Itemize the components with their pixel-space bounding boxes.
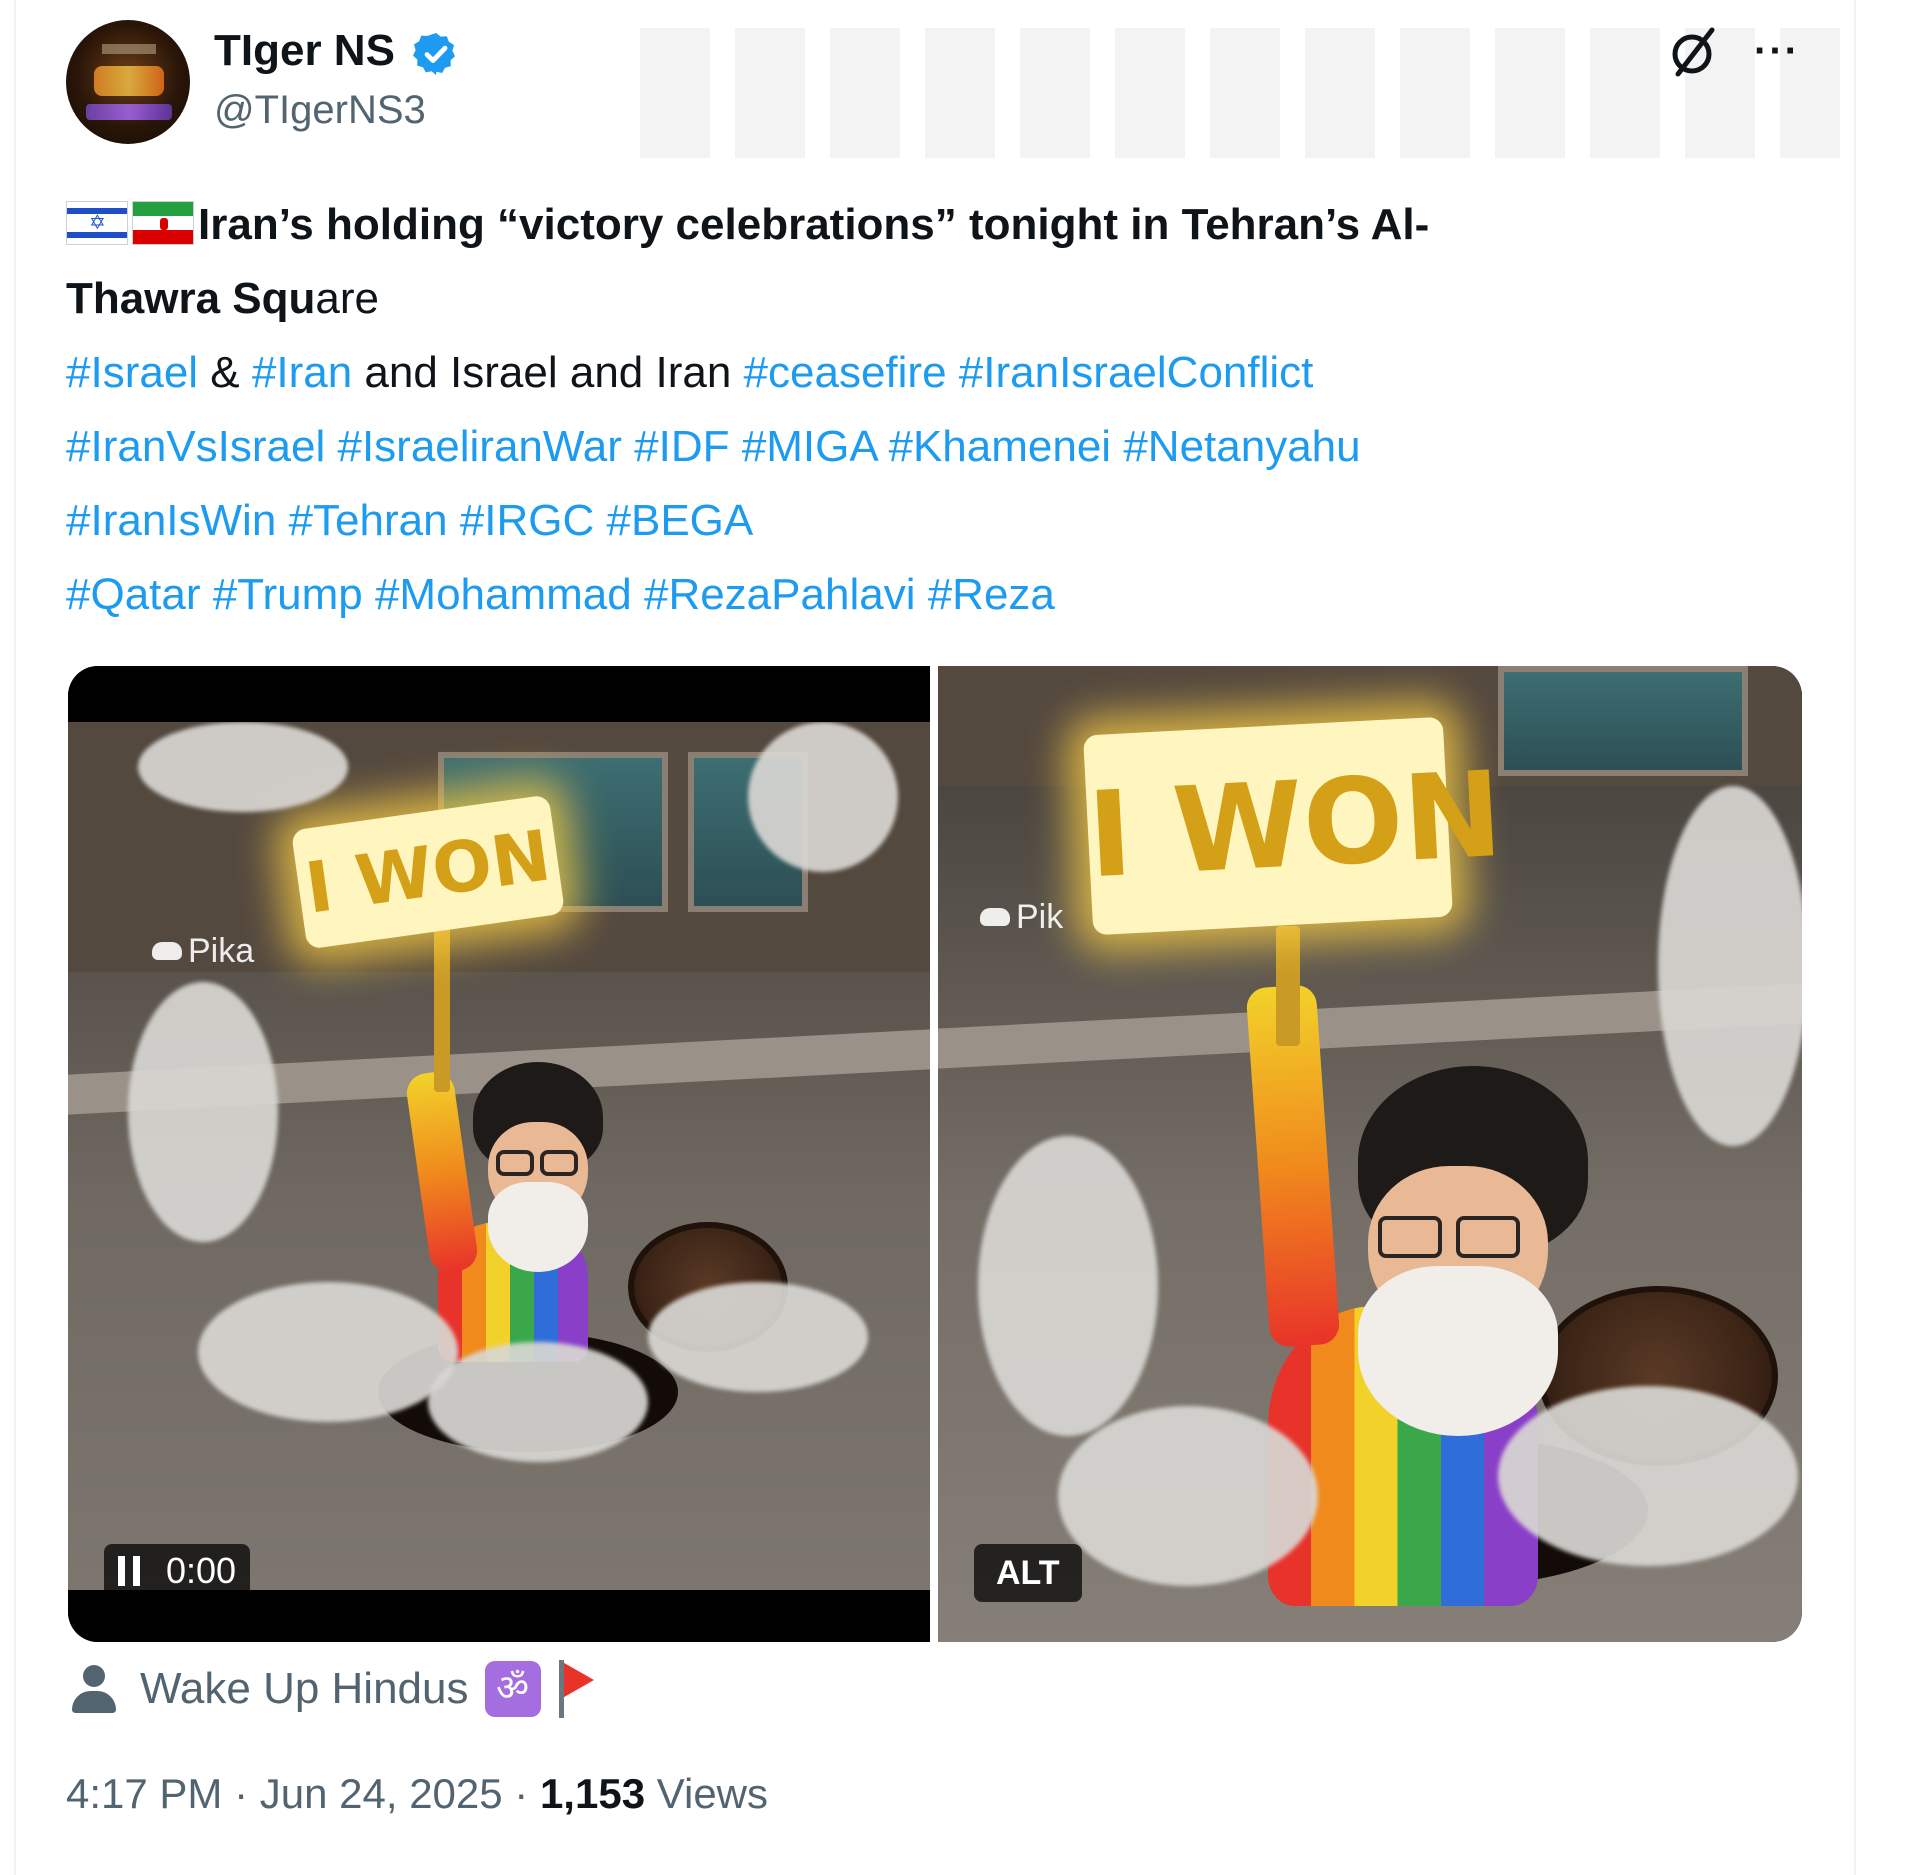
tagged-user[interactable]: Wake Up Hindus ॐ bbox=[70, 1654, 595, 1724]
avatar-detail bbox=[94, 66, 164, 96]
hashtag-link[interactable]: #Iran bbox=[252, 348, 352, 397]
pause-icon[interactable] bbox=[118, 1556, 140, 1586]
character-glasses bbox=[1378, 1216, 1442, 1258]
hashtag-link[interactable]: #Qatar bbox=[66, 570, 201, 619]
person-icon bbox=[70, 1663, 118, 1715]
post-meta: 4:17 PM · Jun 24, 2025 · 1,153 Views bbox=[66, 1770, 768, 1818]
post-line-1: ✡ Iran’s holding “victory celebrations” t… bbox=[66, 188, 1766, 262]
smoke-cloud bbox=[748, 722, 898, 872]
smoke-cloud bbox=[198, 1282, 458, 1422]
post-time[interactable]: 4:17 PM bbox=[66, 1770, 222, 1817]
hashtag-link[interactable]: #BEGA bbox=[607, 496, 754, 545]
smoke-cloud bbox=[648, 1282, 868, 1392]
tweet-card: TIger NS @TIgerNS3 ··· ✡ Iran’s holding “… bbox=[0, 0, 1920, 1875]
avatar-detail bbox=[102, 44, 156, 54]
meta-separator: · bbox=[502, 1770, 540, 1817]
red-flag-icon bbox=[555, 1660, 595, 1718]
hashtag-link[interactable]: #MIGA bbox=[742, 422, 877, 471]
grok-icon[interactable] bbox=[1666, 24, 1722, 80]
card-border-right bbox=[1854, 0, 1856, 1875]
post-line-2: Thawra Square bbox=[66, 262, 1766, 336]
author-name[interactable]: TIger NS bbox=[214, 26, 395, 76]
meta-separator: · bbox=[222, 1770, 260, 1817]
card-border-left bbox=[14, 0, 16, 1875]
smoke-cloud bbox=[1498, 1386, 1798, 1566]
views-count[interactable]: 1,153 bbox=[540, 1770, 645, 1817]
image-frame[interactable]: I WON Pik bbox=[938, 666, 1802, 1642]
watermark-label: Pika bbox=[152, 932, 254, 971]
watermark-text: Pik bbox=[1016, 898, 1064, 936]
building-window bbox=[1498, 666, 1748, 776]
background-ghost-text bbox=[640, 28, 1840, 158]
character-arm bbox=[404, 1069, 480, 1275]
character-glasses bbox=[540, 1150, 578, 1176]
sign-pole bbox=[434, 912, 450, 1092]
hashtag-link[interactable]: #IsraeliranWar bbox=[337, 422, 621, 471]
media-grid: I WON Pika 0:00 I WON Pik ALT bbox=[68, 666, 1802, 1642]
smoke-cloud bbox=[138, 722, 348, 812]
smoke-cloud bbox=[1058, 1406, 1318, 1586]
character-beard bbox=[488, 1182, 588, 1272]
sign-pole bbox=[1276, 926, 1300, 1046]
video-time: 0:00 bbox=[166, 1550, 237, 1591]
hashtag-link[interactable]: #IRGC bbox=[460, 496, 594, 545]
character-glasses bbox=[1456, 1216, 1520, 1258]
sign-board: I WON bbox=[1083, 716, 1506, 936]
pika-logo-icon bbox=[980, 908, 1010, 926]
smoke-cloud bbox=[1658, 786, 1802, 1146]
hashtag-link[interactable]: #Mohammad bbox=[375, 570, 632, 619]
smoke-cloud bbox=[978, 1136, 1158, 1436]
post-text-fragment: and Israel and Iran bbox=[352, 348, 744, 397]
hashtag-link[interactable]: #Reza bbox=[928, 570, 1055, 619]
iran-flag-icon bbox=[132, 201, 194, 245]
post-line-6: #Qatar #Trump #Mohammad #RezaPahlavi #Re… bbox=[66, 558, 1766, 632]
hashtag-link[interactable]: #Trump bbox=[213, 570, 363, 619]
hashtag-link[interactable]: #Netanyahu bbox=[1123, 422, 1360, 471]
hashtag-link[interactable]: #IDF bbox=[634, 422, 729, 471]
watermark-text: Pika bbox=[188, 932, 255, 970]
post-line-4: #IranVsIsrael #IsraeliranWar #IDF #MIGA … bbox=[66, 410, 1766, 484]
hashtag-link[interactable]: #IranIsraelConflict bbox=[959, 348, 1314, 397]
hashtag-link[interactable]: #ceasefire bbox=[744, 348, 947, 397]
video-frame[interactable]: I WON Pika bbox=[68, 722, 930, 1590]
watermark-label: Pik bbox=[980, 898, 1063, 937]
avatar[interactable] bbox=[66, 20, 190, 144]
avatar-detail bbox=[86, 104, 172, 120]
smoke-cloud bbox=[128, 982, 278, 1242]
pika-logo-icon bbox=[152, 942, 182, 960]
hashtag-link[interactable]: #Khamenei bbox=[888, 422, 1111, 471]
smoke-cloud bbox=[428, 1342, 648, 1462]
character-glasses bbox=[496, 1150, 534, 1176]
video-controls[interactable]: 0:00 bbox=[104, 1544, 251, 1598]
hashtag-link[interactable]: #RezaPahlavi bbox=[644, 570, 916, 619]
media-divider bbox=[930, 666, 938, 1642]
israel-flag-icon: ✡ bbox=[66, 201, 128, 245]
hashtag-link[interactable]: #Tehran bbox=[289, 496, 448, 545]
verified-badge-icon bbox=[413, 33, 455, 75]
post-line-3: #Israel & #Iran and Israel and Iran #cea… bbox=[66, 336, 1766, 410]
om-icon: ॐ bbox=[484, 1661, 541, 1717]
post-headline-cont: Thawra Squ bbox=[66, 274, 316, 323]
hashtag-link[interactable]: #IranIsWin bbox=[66, 496, 276, 545]
image-panel[interactable]: I WON Pik ALT bbox=[938, 666, 1802, 1642]
hashtag-link[interactable]: #IranVsIsrael bbox=[66, 422, 325, 471]
author-handle[interactable]: @TIgerNS3 bbox=[214, 88, 426, 133]
post-line-5: #IranIsWin #Tehran #IRGC #BEGA bbox=[66, 484, 1766, 558]
video-player[interactable]: I WON Pika 0:00 bbox=[68, 666, 930, 1642]
views-label: Views bbox=[645, 1770, 769, 1817]
post-text-fragment: & bbox=[198, 348, 252, 397]
more-icon[interactable]: ··· bbox=[1752, 28, 1802, 74]
post-headline-rest: are bbox=[315, 274, 379, 323]
hashtag-link[interactable]: #Israel bbox=[66, 348, 198, 397]
post-date[interactable]: Jun 24, 2025 bbox=[260, 1770, 503, 1817]
post-text: ✡ Iran’s holding “victory celebrations” t… bbox=[66, 188, 1766, 632]
post-headline: Iran’s holding “victory celebrations” to… bbox=[198, 200, 1430, 249]
tagged-user-name[interactable]: Wake Up Hindus bbox=[140, 1664, 469, 1714]
character-beard bbox=[1358, 1266, 1558, 1436]
alt-text-button[interactable]: ALT bbox=[974, 1544, 1082, 1602]
